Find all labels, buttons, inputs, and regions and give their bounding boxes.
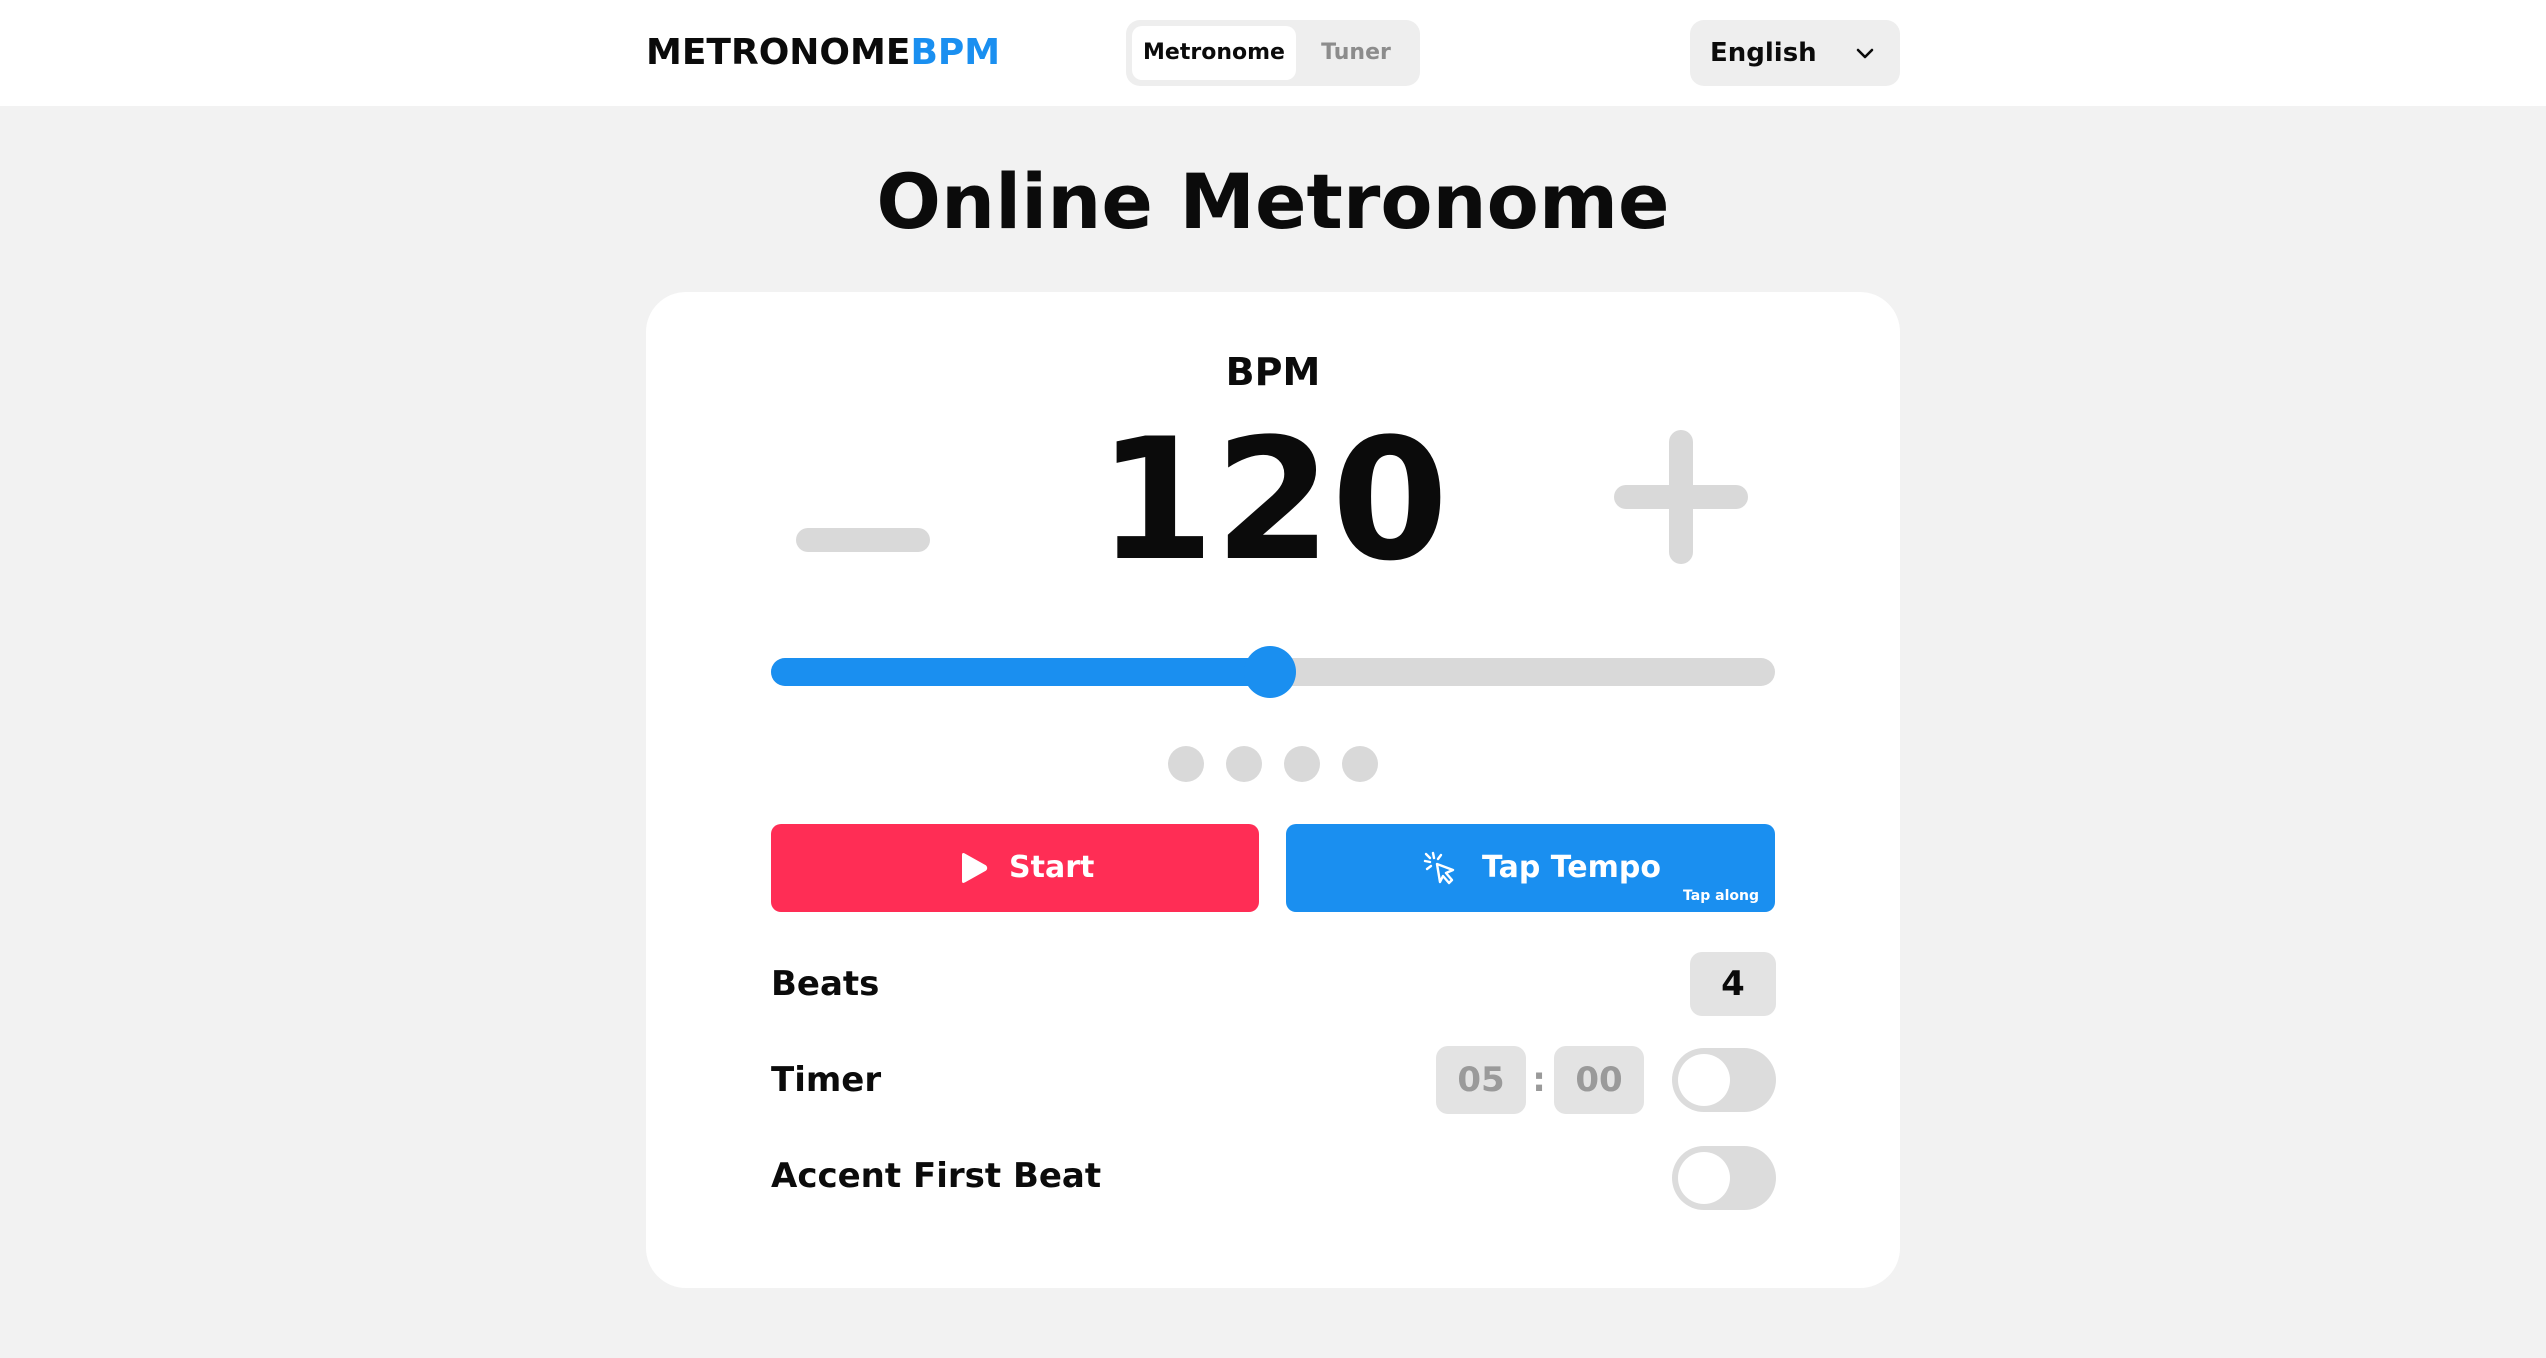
- accent-toggle-knob: [1678, 1152, 1730, 1204]
- tap-pointer-icon: [1423, 851, 1455, 885]
- tap-along-hint: Tap along: [1683, 888, 1759, 904]
- bpm-slider-thumb[interactable]: [1244, 646, 1296, 698]
- beats-value[interactable]: 4: [1690, 952, 1776, 1016]
- tab-tuner[interactable]: Tuner: [1298, 26, 1414, 80]
- beat-dot: [1168, 746, 1204, 782]
- tab-metronome[interactable]: Metronome: [1132, 26, 1296, 80]
- timer-separator: :: [1532, 1060, 1546, 1100]
- accent-first-beat-label: Accent First Beat: [771, 1156, 1102, 1196]
- logo-accent-text: BPM: [910, 32, 1001, 73]
- bpm-label: BPM: [1225, 350, 1321, 394]
- timer-minutes[interactable]: 05: [1436, 1046, 1526, 1114]
- logo[interactable]: METRONOMEBPM: [646, 30, 1000, 76]
- language-select-value: English: [1710, 38, 1817, 68]
- timer-label: Timer: [771, 1060, 882, 1100]
- start-button[interactable]: Start: [771, 824, 1259, 912]
- tap-tempo-label: Tap Tempo: [1482, 850, 1661, 885]
- logo-text: METRONOME: [646, 32, 911, 73]
- tap-tempo-button[interactable]: Tap Tempo Tap along: [1286, 824, 1775, 912]
- plus-icon-vertical: [1669, 430, 1693, 564]
- minus-icon: [796, 528, 930, 552]
- language-select[interactable]: English: [1690, 20, 1900, 86]
- page-title: Online Metronome: [876, 157, 1670, 246]
- timer-seconds[interactable]: 00: [1554, 1046, 1644, 1114]
- beat-dot: [1284, 746, 1320, 782]
- metronome-card: BPM 120 Start Tap Tempo Tap along Beats …: [646, 292, 1900, 1288]
- mode-switcher: Metronome Tuner: [1126, 20, 1420, 86]
- decrease-bpm-button[interactable]: [796, 472, 930, 606]
- start-button-label: Start: [1009, 850, 1095, 885]
- timer-toggle[interactable]: [1672, 1048, 1776, 1112]
- increase-bpm-button[interactable]: [1614, 430, 1748, 564]
- bpm-slider-fill: [771, 658, 1270, 686]
- beat-dot: [1226, 746, 1262, 782]
- play-icon: [962, 853, 988, 883]
- top-bar: METRONOMEBPM Metronome Tuner English: [0, 0, 2546, 106]
- chevron-down-icon: [1856, 48, 1874, 59]
- beat-dot: [1342, 746, 1378, 782]
- accent-first-beat-toggle[interactable]: [1672, 1146, 1776, 1210]
- timer-toggle-knob: [1678, 1054, 1730, 1106]
- bpm-slider[interactable]: [771, 642, 1775, 698]
- beats-label: Beats: [771, 964, 880, 1004]
